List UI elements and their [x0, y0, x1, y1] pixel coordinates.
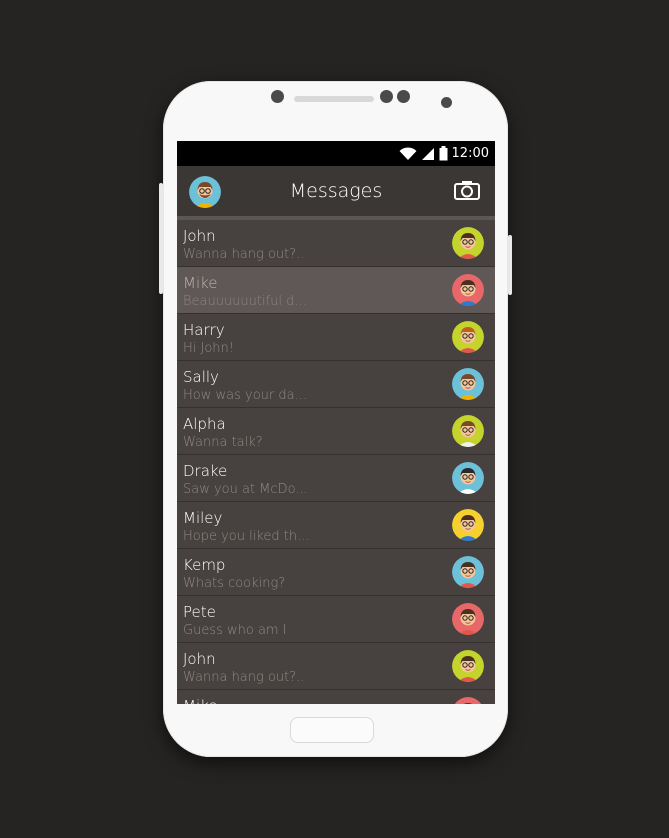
- message-preview: Wanna hang out?..: [183, 247, 305, 262]
- conversation-row[interactable]: Kemp Whats cooking?: [177, 549, 495, 596]
- contact-avatar: [452, 509, 484, 541]
- message-preview: How was your da...: [183, 388, 307, 403]
- contact-name: Drake: [183, 462, 228, 480]
- message-preview: Hi John!: [183, 341, 234, 356]
- avatar-icon: [452, 603, 484, 635]
- avatar-icon: [452, 227, 484, 259]
- message-preview: Saw you at McDo...: [183, 482, 308, 497]
- app-bar: Messages: [177, 166, 495, 220]
- page-title: Messages: [289, 180, 383, 202]
- contact-name: John: [183, 227, 216, 245]
- conversation-row[interactable]: Harry Hi John!: [177, 314, 495, 361]
- contact-avatar: [452, 227, 484, 259]
- contact-avatar: [452, 556, 484, 588]
- conversation-row[interactable]: Sally How was your da...: [177, 361, 495, 408]
- contact-name: Mike: [183, 697, 218, 704]
- contact-name: Kemp: [183, 556, 226, 574]
- contact-avatar: [452, 650, 484, 682]
- conversation-row[interactable]: John Wanna hang out?..: [177, 220, 495, 267]
- home-button[interactable]: [290, 717, 374, 743]
- status-time: 12:00: [451, 146, 489, 161]
- contact-name: Pete: [183, 603, 216, 621]
- screen: 12:00 Messages John Wanna hang out?.. Mi…: [177, 141, 495, 704]
- front-camera-left: [380, 90, 393, 103]
- camera-button[interactable]: [454, 180, 480, 204]
- avatar-icon: [452, 321, 484, 353]
- conversation-list[interactable]: John Wanna hang out?.. Mike Beauuuuuutif…: [177, 220, 495, 704]
- message-preview: Wanna talk?: [183, 435, 263, 450]
- avatar-icon: [452, 509, 484, 541]
- contact-name: Harry: [183, 321, 225, 339]
- conversation-row[interactable]: Miley Hope you liked th...: [177, 502, 495, 549]
- avatar-icon: [452, 556, 484, 588]
- contact-avatar: [452, 603, 484, 635]
- avatar-icon: [454, 697, 482, 704]
- proximity-sensor: [441, 97, 452, 108]
- avatar-icon: [452, 368, 484, 400]
- power-button[interactable]: [508, 235, 512, 295]
- front-sensor-left: [271, 90, 284, 103]
- front-camera-right: [397, 90, 410, 103]
- message-preview: Hope you liked th...: [183, 529, 310, 544]
- signal-icon: [421, 147, 434, 160]
- contact-name: Alpha: [183, 415, 226, 433]
- contact-name: Sally: [183, 368, 219, 386]
- wifi-icon: [399, 146, 417, 160]
- contact-avatar: [452, 321, 484, 353]
- conversation-row[interactable]: Drake Saw you at McDo...: [177, 455, 495, 502]
- message-preview: Beauuuuuutiful d...: [183, 294, 307, 309]
- conversation-row[interactable]: Pete Guess who am I: [177, 596, 495, 643]
- message-preview: Whats cooking?: [183, 576, 286, 591]
- message-preview: Guess who am I: [183, 623, 287, 638]
- contact-name: Miley: [183, 509, 223, 527]
- contact-avatar: [452, 462, 484, 494]
- status-bar: 12:00: [177, 141, 495, 166]
- volume-button[interactable]: [159, 183, 163, 294]
- earpiece-speaker: [294, 96, 374, 102]
- conversation-row[interactable]: Mike Beauuuuuutiful d...: [177, 267, 495, 314]
- conversation-row[interactable]: John Wanna hang out?..: [177, 643, 495, 690]
- contact-avatar: [452, 415, 484, 447]
- conversation-row[interactable]: Mike: [177, 690, 495, 704]
- avatar-icon: [452, 415, 484, 447]
- message-preview: Wanna hang out?..: [183, 670, 305, 685]
- battery-icon: [439, 146, 448, 161]
- contact-avatar: [452, 274, 484, 306]
- contact-name: Mike: [183, 274, 218, 292]
- camera-icon: [454, 181, 480, 200]
- contact-avatar: [452, 368, 484, 400]
- contact-avatar: [452, 697, 484, 704]
- conversation-row[interactable]: Alpha Wanna talk?: [177, 408, 495, 455]
- avatar-icon: [452, 274, 484, 306]
- contact-name: John: [183, 650, 216, 668]
- avatar-icon: [452, 650, 484, 682]
- avatar-icon: [452, 462, 484, 494]
